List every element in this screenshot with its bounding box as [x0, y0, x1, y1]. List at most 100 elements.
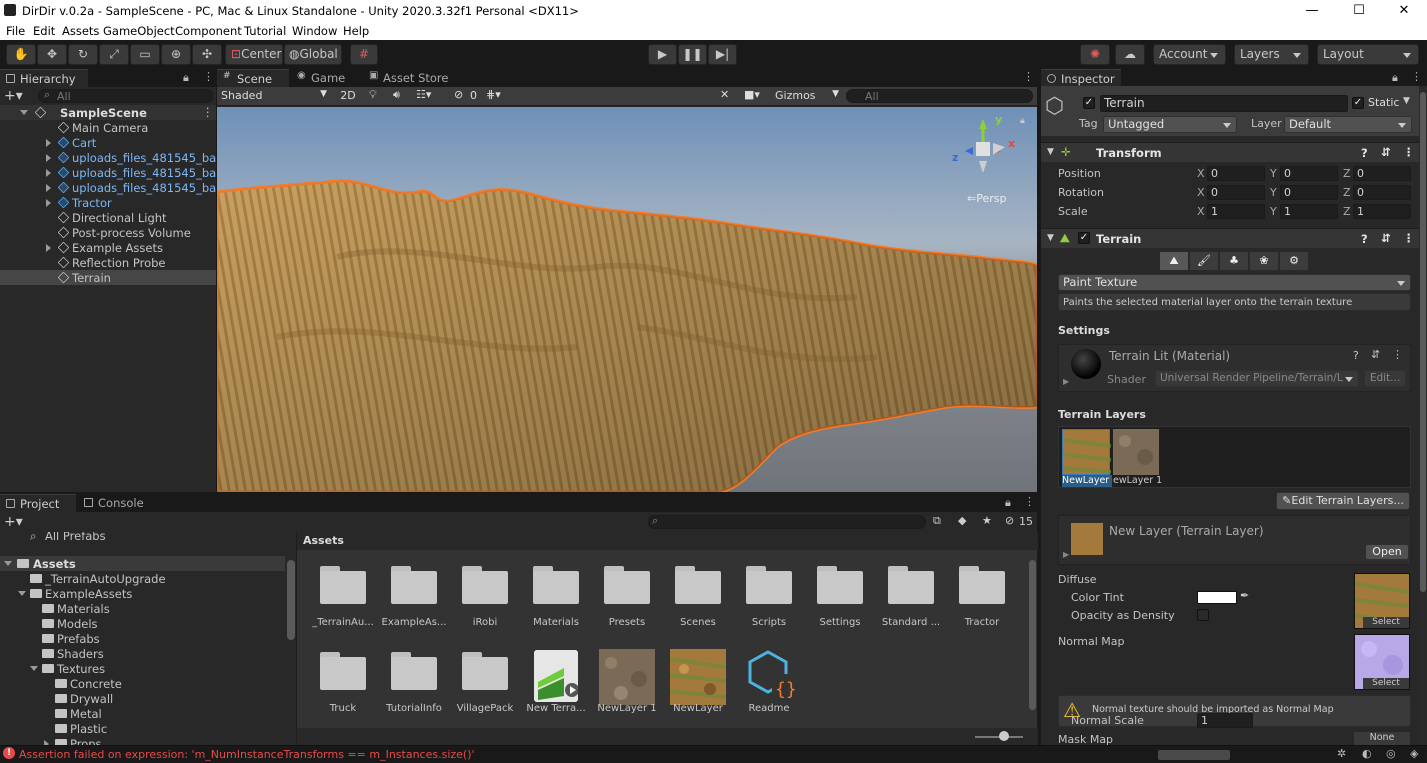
hierarchy-item-selected[interactable]: Terrain [0, 270, 216, 285]
rotation-y-field[interactable]: 0 [1280, 185, 1338, 200]
lighting-icon[interactable]: ◐ [1362, 747, 1372, 760]
component-menu-icon[interactable]: ⋮ [1403, 231, 1415, 245]
terrain-tool-dropdown[interactable]: Paint Texture [1058, 274, 1411, 291]
more-menu-icon[interactable]: ⋮ [1023, 70, 1034, 83]
move-tool-icon[interactable]: ✥ [37, 44, 67, 65]
hierarchy-item[interactable]: uploads_files_481545_bark [0, 165, 228, 180]
folder-icon[interactable] [462, 652, 508, 690]
more-menu-icon[interactable]: ⋮ [1024, 495, 1035, 508]
tree-item[interactable]: Shaders [0, 646, 285, 661]
lock-icon[interactable]: 🔒︎ [1005, 496, 1011, 510]
tab-inspector[interactable]: Inspector [1041, 69, 1121, 87]
help-icon[interactable]: ? [1361, 146, 1368, 160]
expand-arrow-icon[interactable]: ▶ [1063, 377, 1069, 386]
gizmo-lock-icon[interactable]: 🔒︎ [1020, 116, 1025, 126]
shading-mode-dropdown[interactable]: Shaded ▼ [221, 89, 327, 104]
expand-arrow-icon[interactable]: ▶ [1063, 550, 1069, 559]
terrain-component-header[interactable]: ▼ ⛰︎ ✓ Terrain ? ⇵ ⋮ [1041, 228, 1427, 248]
more-menu-icon[interactable]: ⋮ [1411, 70, 1422, 83]
hierarchy-item[interactable]: Example Assets [0, 240, 216, 255]
terrain-layer-thumbnail-2[interactable] [1113, 429, 1159, 475]
expand-arrow-icon[interactable] [46, 244, 51, 252]
grid-scrollbar[interactable] [1029, 560, 1036, 710]
menu-file[interactable]: File [6, 24, 25, 38]
tab-hierarchy[interactable]: Hierarchy [0, 69, 88, 87]
tab-project[interactable]: Project [0, 494, 76, 512]
diffuse-texture-slot[interactable]: Select [1354, 573, 1410, 629]
tree-item-assets[interactable]: Assets [0, 556, 285, 571]
effects-toggle-icon[interactable]: ☷▾ [416, 88, 431, 101]
expand-arrow-icon[interactable] [46, 184, 51, 192]
pause-button[interactable]: ❚❚ [678, 44, 707, 65]
object-name-input[interactable]: Terrain [1100, 95, 1348, 112]
terrain-settings-gear-icon[interactable]: ⚙ [1279, 251, 1309, 271]
tree-item[interactable]: Drywall [0, 691, 285, 706]
edit-terrain-layers-button[interactable]: ✎Edit Terrain Layers... [1276, 492, 1410, 510]
transform-tool-icon[interactable]: ⊕ [161, 44, 191, 65]
tree-item[interactable]: ExampleAssets [0, 586, 285, 601]
collapse-arrow-icon[interactable]: ▼ [1047, 233, 1054, 243]
tree-scrollbar[interactable] [287, 560, 295, 640]
shader-edit-button[interactable]: Edit... [1364, 370, 1406, 387]
menu-help[interactable]: Help [343, 24, 369, 38]
tree-item[interactable]: ⌕ All Prefabs [0, 532, 285, 543]
folder-icon[interactable] [675, 566, 721, 604]
maximize-icon[interactable]: ☐ [1336, 0, 1382, 22]
layout-dropdown[interactable]: Layout [1317, 44, 1419, 65]
open-button[interactable]: Open [1365, 544, 1409, 560]
help-icon[interactable]: ? [1353, 349, 1359, 362]
texture-thumbnail-newlayer1[interactable] [599, 649, 655, 705]
texture-thumbnail-newlayer[interactable] [669, 649, 727, 705]
camera-icon[interactable]: ■▾ [744, 88, 760, 101]
tree-item[interactable]: _TerrainAutoUpgrade [0, 571, 285, 586]
cloud-icon[interactable]: ☁ [1115, 44, 1145, 65]
diffuse-select-button[interactable]: Select [1363, 617, 1409, 628]
position-x-field[interactable]: 0 [1207, 166, 1265, 181]
tree-item[interactable]: Metal [0, 706, 285, 721]
close-icon[interactable]: ✕ [1381, 0, 1427, 22]
menu-window[interactable]: Window [292, 24, 337, 38]
shader-dropdown[interactable]: Universal Render Pipeline/Terrain/L [1155, 370, 1359, 387]
hierarchy-item[interactable]: Cart [0, 135, 216, 150]
hidden-objects-icon[interactable]: ⊘ [454, 88, 463, 101]
expand-arrow-icon[interactable] [20, 110, 28, 115]
gizmos-dropdown[interactable]: Gizmos ▼ [775, 89, 839, 102]
tab-asset-store[interactable]: ▣ Asset Store [363, 69, 453, 87]
rotation-z-field[interactable]: 0 [1353, 185, 1411, 200]
pivot-center-button[interactable]: ⊡Center [225, 44, 283, 65]
tab-game[interactable]: ◉ Game [291, 69, 353, 87]
project-search-input[interactable] [648, 515, 926, 529]
terrain-enabled-checkbox[interactable]: ✓ [1078, 232, 1090, 244]
tree-item[interactable]: Plastic [0, 721, 285, 736]
tree-item[interactable]: Concrete [0, 676, 285, 691]
color-tint-swatch[interactable] [1197, 591, 1237, 604]
scene-viewport[interactable]: y x z ⇐Persp 🔒︎ [217, 107, 1037, 492]
grid-snap-icon[interactable]: # [350, 44, 378, 65]
scene-row[interactable]: SampleScene ⋮ [0, 105, 216, 120]
expand-arrow-icon[interactable] [46, 139, 51, 147]
rect-tool-icon[interactable]: ▭ [130, 44, 160, 65]
scale-tool-icon[interactable]: ⤢ [99, 44, 129, 65]
status-error-message[interactable]: Assertion failed on expression: 'm_NumIn… [19, 748, 475, 761]
hierarchy-item[interactable]: Main Camera [0, 120, 216, 135]
hierarchy-search-input[interactable]: All [38, 89, 213, 103]
folder-icon[interactable] [391, 652, 437, 690]
preset-icon[interactable]: ⇵ [1381, 145, 1391, 159]
terrain-layer-thumbnail-1[interactable] [1062, 429, 1112, 475]
menu-gameobject[interactable]: GameObject [103, 24, 175, 38]
static-checkbox[interactable]: ✓ [1352, 97, 1364, 109]
minimize-icon[interactable]: — [1289, 0, 1335, 22]
collab-icon[interactable]: ✺ [1080, 44, 1110, 65]
debug-icon[interactable]: ✲ [1337, 747, 1346, 760]
hierarchy-item[interactable]: Post-process Volume [0, 225, 216, 240]
hierarchy-item[interactable]: Reflection Probe [0, 255, 216, 270]
paint-details-tool-icon[interactable]: ❀ [1249, 251, 1279, 271]
create-add-icon[interactable]: +▾ [4, 514, 23, 530]
tree-item[interactable]: Materials [0, 601, 285, 616]
scene-more-icon[interactable]: ⋮ [202, 105, 214, 119]
component-menu-icon[interactable]: ⋮ [1403, 145, 1415, 159]
hierarchy-item[interactable]: uploads_files_481545_bark [0, 150, 228, 165]
step-button[interactable]: ▶| [708, 44, 737, 65]
opacity-checkbox[interactable] [1197, 609, 1209, 621]
normal-scale-field[interactable]: 1 [1197, 713, 1253, 728]
